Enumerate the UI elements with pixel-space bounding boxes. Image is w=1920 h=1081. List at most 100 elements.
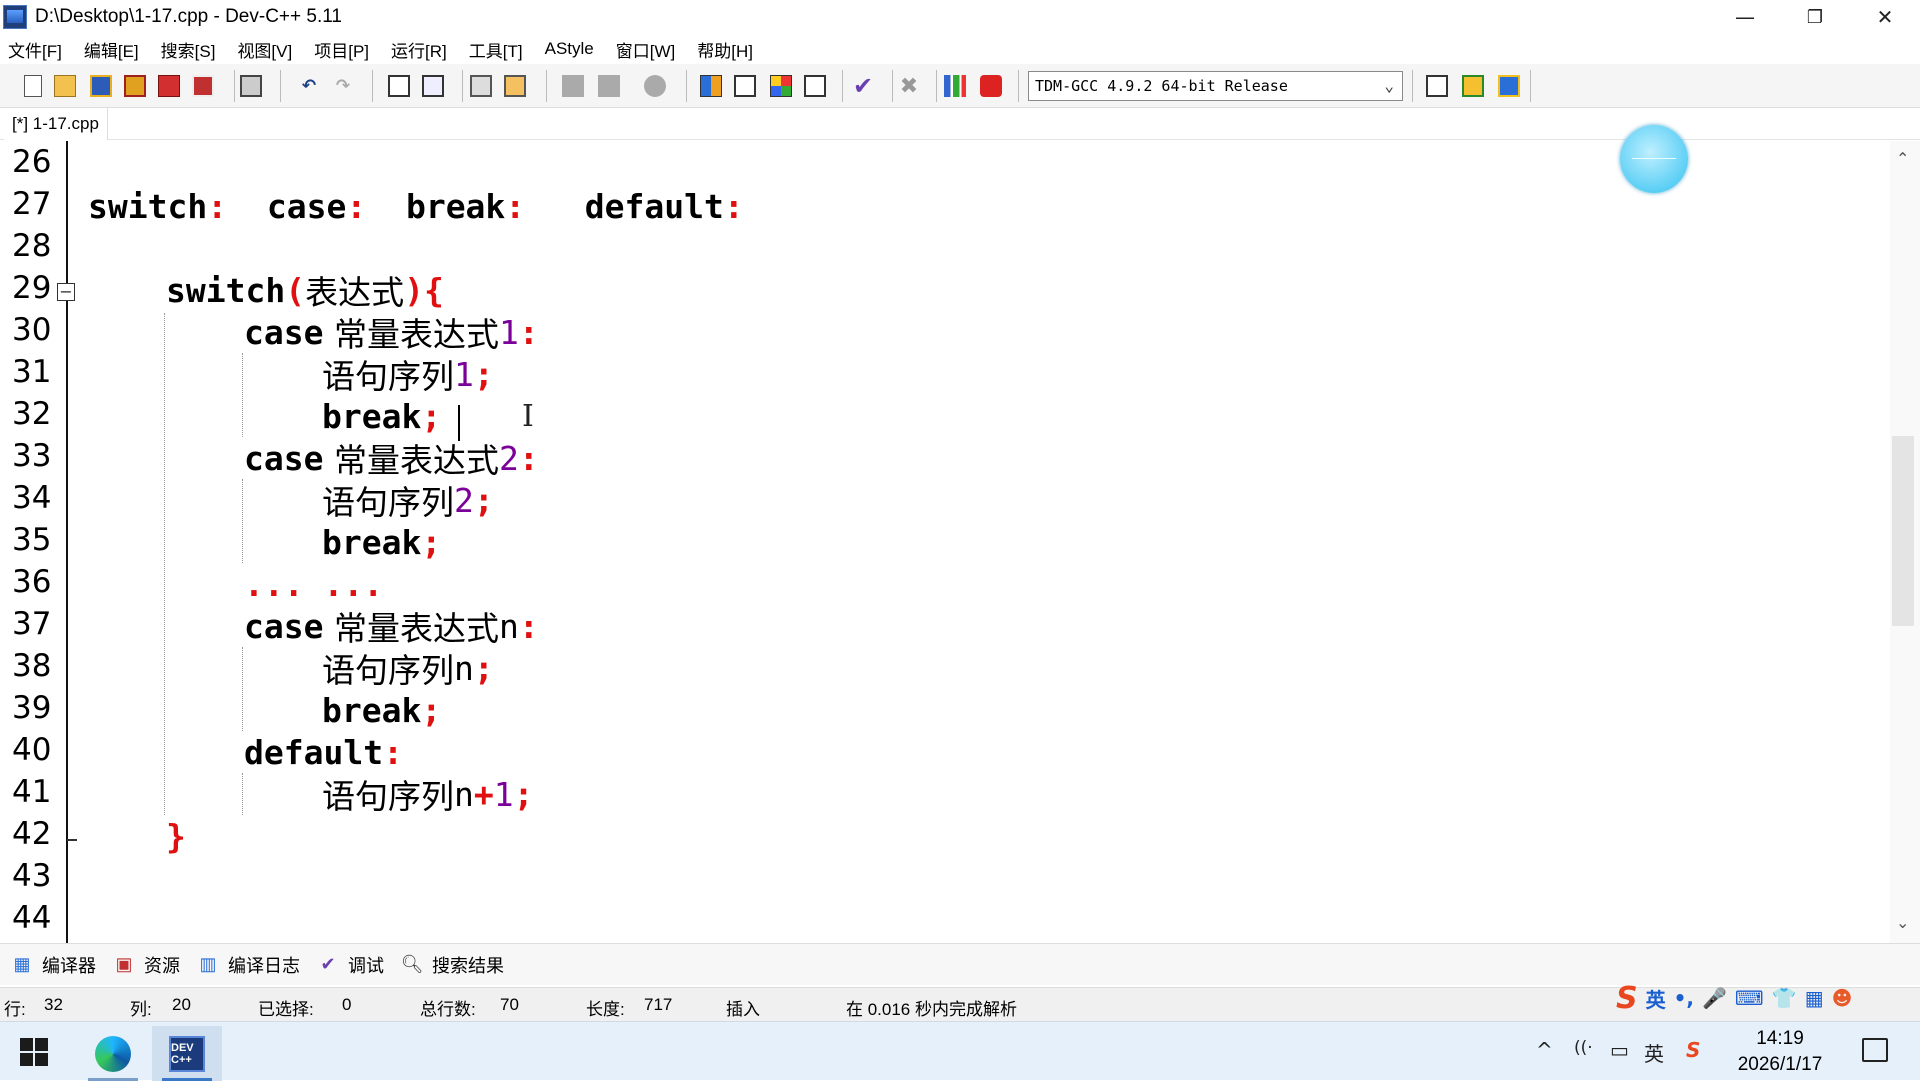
code-token: 常量表达式: [323, 441, 499, 480]
code-token: n: [454, 774, 474, 814]
full-screen-button[interactable]: [732, 73, 758, 99]
taskbar-clock[interactable]: 14:19 2026/1/17: [1720, 1026, 1840, 1078]
indent-guide: [242, 647, 243, 731]
stop-button[interactable]: ✖: [896, 73, 922, 99]
close-file-button[interactable]: [156, 73, 182, 99]
emoji-face-icon[interactable]: ☻: [1832, 986, 1853, 1010]
sogou-tray-icon[interactable]: S: [1686, 1038, 1700, 1062]
scroll-up-arrow-icon[interactable]: ⌃: [1896, 149, 1909, 168]
code-token: :: [207, 186, 228, 226]
undo-button[interactable]: ↶: [296, 73, 322, 99]
compiler-select-value: TDM-GCC 4.9.2 64-bit Release: [1035, 77, 1288, 95]
keyboard-icon[interactable]: ⌨: [1735, 986, 1764, 1010]
menu-tools[interactable]: 工具[T]: [469, 37, 523, 62]
ime-lang-toggle[interactable]: 英: [1646, 984, 1666, 1013]
punctuation-icon[interactable]: •,: [1674, 986, 1694, 1010]
file-tab-1-17[interactable]: [*] 1-17.cpp: [4, 108, 108, 140]
compiler-select[interactable]: TDM-GCC 4.9.2 64-bit Release ⌄: [1028, 71, 1403, 101]
menu-file[interactable]: 文件[F]: [8, 37, 62, 62]
sogou-logo-icon[interactable]: S: [1616, 981, 1638, 1016]
tab-compiler[interactable]: ▦ 编译器: [10, 952, 96, 978]
profile-button[interactable]: [942, 73, 968, 99]
line-number: 43: [12, 858, 52, 894]
save-all-button[interactable]: [122, 73, 148, 99]
line-number: 38: [12, 648, 52, 684]
close-file-icon: [158, 75, 180, 97]
taskbar-edge[interactable]: [78, 1026, 148, 1081]
tab-resources[interactable]: ▣ 资源: [112, 952, 180, 978]
find-button[interactable]: [386, 73, 412, 99]
print-button[interactable]: [238, 73, 264, 99]
open-file-button[interactable]: [52, 73, 78, 99]
start-windows-icon[interactable]: [20, 1038, 48, 1066]
menu-run[interactable]: 运行[R]: [391, 37, 447, 62]
line-number: 31: [12, 354, 52, 390]
menu-search[interactable]: 搜索[S]: [161, 37, 216, 62]
code-token: ;: [513, 774, 534, 814]
code-token: ;: [473, 480, 494, 520]
code-token: :: [723, 186, 744, 226]
wifi-icon[interactable]: ((·: [1574, 1038, 1593, 1058]
close-all-button[interactable]: [190, 73, 216, 99]
cascade-button[interactable]: [802, 73, 828, 99]
line-number: 29: [12, 270, 52, 306]
code-token: case: [266, 186, 347, 226]
save-button[interactable]: [88, 73, 114, 99]
code-token: 语句序列: [322, 777, 454, 816]
microphone-icon[interactable]: 🎤: [1702, 986, 1727, 1010]
check-icon: ✔: [320, 954, 336, 974]
menu-bar: 文件[F] 编辑[E] 搜索[S] 视图[V] 项目[P] 运行[R] 工具[T…: [0, 34, 1920, 64]
code-token: n: [498, 606, 519, 646]
tray-chevron-up-icon[interactable]: ^: [1536, 1038, 1553, 1062]
menu-window[interactable]: 窗口[W]: [616, 37, 676, 62]
battery-icon[interactable]: ▭: [1610, 1038, 1629, 1062]
goto-bookmark-button[interactable]: [596, 73, 622, 99]
windows-taskbar: DEV C++ ^ ((· ▭ 英 S 14:19 2026/1/17: [0, 1021, 1920, 1081]
taskbar-devcpp[interactable]: DEV C++: [152, 1026, 222, 1081]
tab-compile-log[interactable]: ▥ 编译日志: [196, 952, 300, 978]
syntax-check-button[interactable]: ✔: [850, 72, 876, 100]
replace-button[interactable]: [420, 73, 446, 99]
goto-line-button[interactable]: [1460, 73, 1486, 99]
new-file-button[interactable]: [20, 73, 46, 99]
minimize-button[interactable]: —: [1710, 0, 1780, 34]
status-row-label: 行:: [4, 1000, 26, 1019]
comment-button[interactable]: [642, 73, 668, 99]
menu-astyle[interactable]: AStyle: [545, 39, 594, 59]
fold-collapse-icon[interactable]: −: [57, 283, 75, 301]
tray-ime-indicator[interactable]: 英: [1644, 1038, 1664, 1067]
skin-shirt-icon[interactable]: 👕: [1772, 986, 1797, 1010]
close-all-icon: [192, 75, 214, 97]
unindent-button[interactable]: [502, 73, 528, 99]
tab-search-results[interactable]: 🔍︎ 搜索结果: [400, 952, 504, 978]
menu-project[interactable]: 项目[P]: [314, 37, 369, 62]
floating-assistant-ball[interactable]: [1620, 125, 1688, 193]
close-button[interactable]: ✕: [1850, 0, 1920, 34]
code-editor[interactable]: 26 27 28 29 30 31 32 33 34 35 36 37 38 3…: [0, 141, 1920, 943]
code-token: default: [584, 186, 724, 226]
new-project-button[interactable]: [698, 73, 724, 99]
scrollbar-thumb[interactable]: [1892, 436, 1914, 626]
code-line-27: switch: case: break: default:: [88, 185, 744, 227]
insert-button[interactable]: [1424, 73, 1450, 99]
toggle-bookmark-button[interactable]: [560, 73, 586, 99]
menu-edit[interactable]: 编辑[E]: [84, 37, 139, 62]
toolbox-grid-icon[interactable]: ▦: [1805, 986, 1824, 1010]
tab-debug[interactable]: ✔ 调试: [316, 952, 384, 978]
menu-view[interactable]: 视图[V]: [237, 37, 292, 62]
help-button[interactable]: [1496, 73, 1522, 99]
tile-button[interactable]: [768, 73, 794, 99]
restore-button[interactable]: ❐: [1780, 0, 1850, 34]
scroll-down-arrow-icon[interactable]: ⌄: [1896, 913, 1909, 932]
line-number: 33: [12, 438, 52, 474]
menu-help[interactable]: 帮助[H]: [697, 37, 753, 62]
title-bar: D:\Desktop\1-17.cpp - Dev-C++ 5.11 — ❐ ✕: [0, 0, 1920, 34]
line-number: 27: [12, 186, 52, 222]
tab-resources-label: 资源: [144, 955, 180, 976]
indent-button[interactable]: [468, 73, 494, 99]
code-token: case: [244, 312, 324, 352]
code-line-36: ... ...: [244, 563, 383, 605]
redo-button[interactable]: ↷: [330, 73, 356, 99]
delete-profile-button[interactable]: [978, 73, 1004, 99]
notification-center-icon[interactable]: [1862, 1038, 1888, 1062]
